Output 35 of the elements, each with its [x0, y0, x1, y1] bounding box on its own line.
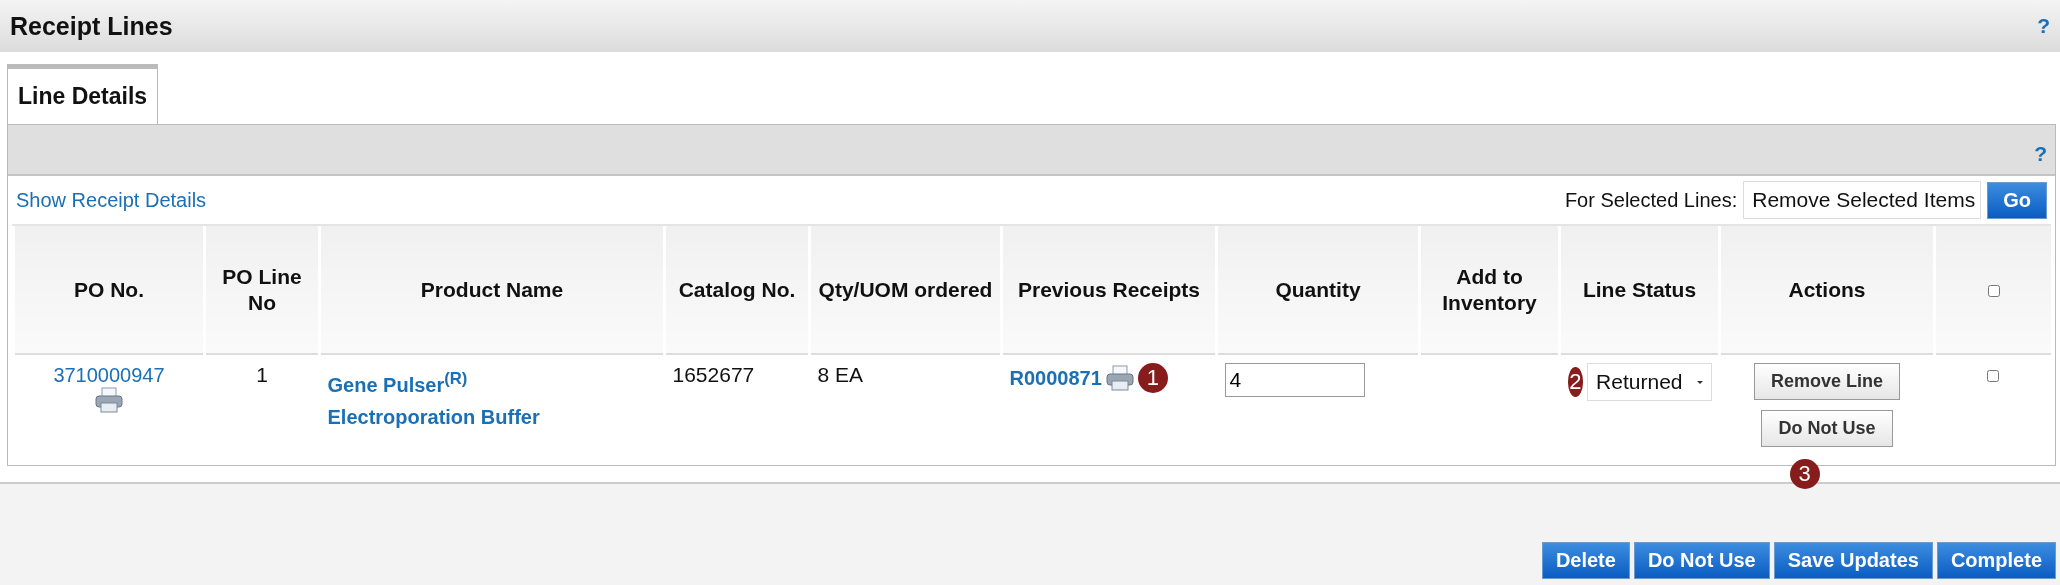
footer-button[interactable]: Delete — [1541, 542, 1630, 579]
go-button[interactable]: Go — [1987, 181, 2047, 219]
column-header: Actions — [1788, 277, 1866, 301]
column-header: Catalog No. — [678, 277, 796, 301]
table-cell: 8 EA — [817, 363, 864, 386]
callout-number: 2 — [1567, 367, 1584, 397]
footer-button[interactable]: Complete — [1936, 542, 2056, 579]
bulk-action-select[interactable]: Remove Selected Items — [1743, 181, 1982, 219]
column-header: Add to Inventory — [1442, 264, 1537, 314]
product-name-link[interactable]: Gene Pulser$^{(R)}$ Electroporation Buffer — [327, 363, 578, 433]
action-button[interactable]: Do Not Use — [1761, 410, 1893, 447]
receipt-link[interactable]: R0000871 — [1009, 366, 1102, 390]
callout-number: 3 — [1789, 459, 1820, 489]
po-number-link[interactable]: 3710000947 — [53, 364, 165, 386]
show-details-link[interactable]: Show Receipt Details — [16, 188, 207, 212]
table-cell: 1652677 — [672, 363, 755, 386]
footer-button[interactable]: Do Not Use — [1633, 542, 1770, 579]
action-button[interactable]: Remove Line — [1753, 363, 1900, 400]
help-link[interactable]: ? — [2034, 142, 2047, 166]
bulk-action-label: For Selected Lines: — [1564, 188, 1738, 212]
help-link[interactable]: ? — [2037, 14, 2050, 38]
column-header: Line Status — [1582, 277, 1697, 301]
table-cell: 1 — [256, 363, 268, 386]
column-header: Qty/UOM ordered — [818, 277, 993, 301]
callout-number: 1 — [1137, 363, 1168, 393]
quantity-field[interactable]: 4 — [1224, 363, 1365, 397]
column-header: Product Name — [420, 277, 564, 301]
column-header: PO No. — [74, 277, 144, 301]
column-header: PO Line No — [222, 264, 302, 314]
panel-title: Receipt Lines — [10, 11, 173, 41]
footer-button[interactable]: Save Updates — [1773, 542, 1933, 579]
column-header: Previous Receipts — [1017, 277, 1201, 301]
tab[interactable]: Line Details — [7, 64, 159, 124]
line-status-select[interactable]: Returned — [1587, 363, 1712, 401]
column-header: Quantity — [1275, 277, 1361, 301]
